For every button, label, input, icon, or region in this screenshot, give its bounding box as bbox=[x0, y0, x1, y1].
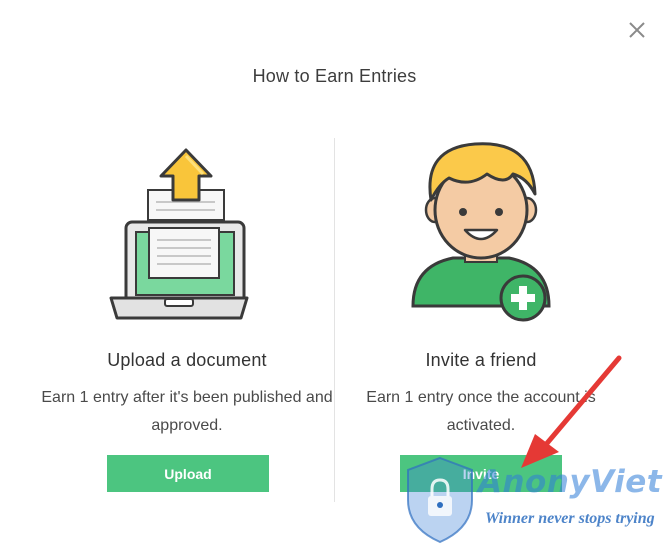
watermark-tagline: Winner never stops trying bbox=[485, 510, 655, 527]
upload-button[interactable]: Upload bbox=[107, 455, 269, 492]
watermark-brand: AnonyViet bbox=[478, 464, 663, 500]
dialog-title: How to Earn Entries bbox=[252, 66, 417, 86]
person-add-illustration bbox=[411, 142, 551, 322]
close-button[interactable] bbox=[624, 17, 650, 43]
upload-option-title: Upload a document bbox=[107, 350, 267, 370]
watermark: AnonyViet Winner never stops trying bbox=[400, 452, 669, 544]
column-divider bbox=[334, 138, 335, 502]
close-icon bbox=[629, 22, 645, 38]
laptop-upload-illustration bbox=[109, 148, 249, 320]
shield-lock-icon bbox=[407, 456, 473, 544]
upload-option-description: Earn 1 entry after it's been published a… bbox=[41, 389, 333, 434]
